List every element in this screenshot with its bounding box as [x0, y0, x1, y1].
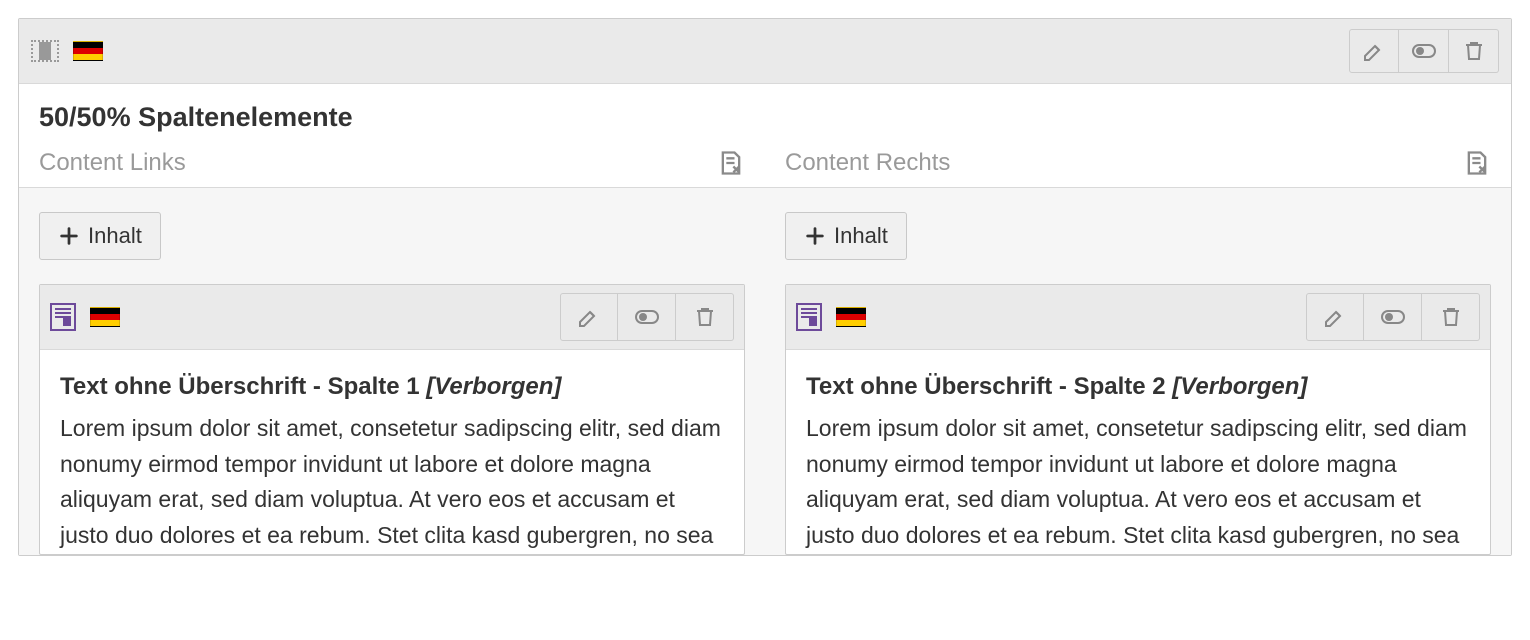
edit-card-right-button[interactable] — [1306, 293, 1364, 341]
pencil-icon — [1323, 305, 1347, 329]
column-right-label: Content Rechts — [785, 149, 950, 177]
columns-header: Content Links Content Rechts — [19, 149, 1511, 188]
edit-column-left-button[interactable] — [717, 149, 745, 177]
add-content-right-button[interactable]: Inhalt — [785, 212, 907, 260]
delete-button[interactable] — [1449, 29, 1499, 73]
content-card-right-body: Text ohne Überschrift - Spalte 2 [Verbor… — [786, 350, 1490, 554]
add-content-right-label: Inhalt — [834, 223, 888, 249]
main-panel-header — [19, 19, 1511, 84]
flag-de-icon — [73, 41, 103, 61]
edit-button[interactable] — [1349, 29, 1399, 73]
content-card-left-body: Text ohne Überschrift - Spalte 1 [Verbor… — [40, 350, 744, 554]
content-card-right-header — [786, 285, 1490, 350]
edit-card-left-button[interactable] — [560, 293, 618, 341]
edit-column-right-button[interactable] — [1463, 149, 1491, 177]
plus-icon — [58, 225, 80, 247]
delete-card-right-button[interactable] — [1422, 293, 1480, 341]
content-type-icon — [50, 303, 76, 331]
main-panel-actions — [1349, 29, 1499, 73]
layout-columns-icon — [31, 40, 59, 62]
column-left: Inhalt — [39, 212, 745, 555]
card-left-text: Lorem ipsum dolor sit amet, consetetur s… — [60, 411, 724, 554]
toggle-card-left-button[interactable] — [618, 293, 676, 341]
pencil-icon — [577, 305, 601, 329]
toggle-visibility-button[interactable] — [1399, 29, 1449, 73]
column-right-header: Content Rechts — [785, 149, 1491, 177]
card-left-status: [Verborgen] — [426, 373, 561, 400]
columns-body: Inhalt — [19, 188, 1511, 555]
pencil-icon — [1362, 39, 1386, 63]
toggle-icon — [635, 305, 659, 329]
document-edit-icon — [1463, 149, 1491, 177]
trash-icon — [693, 305, 717, 329]
column-left-header: Content Links — [39, 149, 745, 177]
delete-card-left-button[interactable] — [676, 293, 734, 341]
card-right-text: Lorem ipsum dolor sit amet, consetetur s… — [806, 411, 1470, 554]
trash-icon — [1462, 39, 1486, 63]
content-type-icon — [796, 303, 822, 331]
add-content-left-button[interactable]: Inhalt — [39, 212, 161, 260]
flag-de-icon — [836, 307, 866, 327]
card-right-status: [Verborgen] — [1172, 373, 1307, 400]
content-card-right: Text ohne Überschrift - Spalte 2 [Verbor… — [785, 284, 1491, 555]
panel-title: 50/50% Spaltenelemente — [19, 84, 1511, 149]
toggle-icon — [1381, 305, 1405, 329]
card-left-title: Text ohne Überschrift - Spalte 1 — [60, 373, 420, 400]
trash-icon — [1439, 305, 1463, 329]
card-right-title: Text ohne Überschrift - Spalte 2 — [806, 373, 1166, 400]
column-left-label: Content Links — [39, 149, 186, 177]
toggle-card-right-button[interactable] — [1364, 293, 1422, 341]
main-panel: 50/50% Spaltenelemente Content Links Con… — [18, 18, 1512, 556]
add-content-left-label: Inhalt — [88, 223, 142, 249]
content-card-left: Text ohne Überschrift - Spalte 1 [Verbor… — [39, 284, 745, 555]
toggle-icon — [1412, 39, 1436, 63]
document-edit-icon — [717, 149, 745, 177]
flag-de-icon — [90, 307, 120, 327]
column-right: Inhalt — [785, 212, 1491, 555]
content-card-left-header — [40, 285, 744, 350]
plus-icon — [804, 225, 826, 247]
